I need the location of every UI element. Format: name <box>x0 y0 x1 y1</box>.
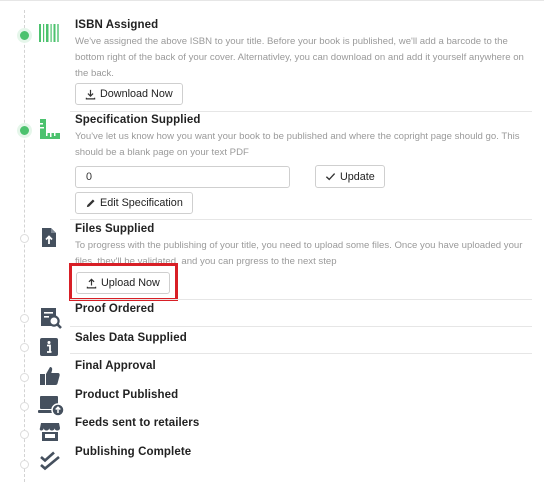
step-title: ISBN Assigned <box>75 19 159 31</box>
barcode-icon <box>38 22 66 50</box>
step-divider <box>70 353 532 354</box>
edit-specification-button[interactable]: Edit Specification <box>75 192 193 214</box>
step-status-dot <box>20 126 29 135</box>
button-label: Edit Specification <box>100 197 183 209</box>
step-status-dot <box>20 31 29 40</box>
button-label: Update <box>340 170 375 183</box>
step-status-dot <box>20 402 29 411</box>
step-product-published: Product Published <box>75 389 532 401</box>
step-divider <box>70 111 532 112</box>
step-description: We've assigned the above ISBN to your ti… <box>75 36 524 79</box>
store-icon <box>38 420 66 448</box>
check-icon <box>325 171 336 182</box>
step-title: Specification Supplied <box>75 114 201 126</box>
step-status-dot <box>20 343 29 352</box>
download-icon <box>85 89 96 100</box>
top-divider <box>0 0 544 1</box>
step-divider <box>70 299 532 300</box>
step-title: Product Published <box>75 389 179 401</box>
step-divider <box>70 219 532 220</box>
step-title: Proof Ordered <box>75 303 155 315</box>
step-divider <box>70 326 532 327</box>
step-title: Sales Data Supplied <box>75 332 187 344</box>
step-status-dot <box>20 373 29 382</box>
info-icon <box>38 336 66 364</box>
update-button[interactable]: Update <box>315 165 385 188</box>
step-status-dot <box>20 460 29 469</box>
step-description: You've let us know how you want your boo… <box>75 131 520 158</box>
proof-search-icon <box>38 305 66 333</box>
highlight-box <box>69 263 178 301</box>
step-status-dot <box>20 430 29 439</box>
step-status-dot <box>20 314 29 323</box>
step-feeds-sent: Feeds sent to retailers <box>75 417 532 429</box>
file-upload-icon <box>38 226 66 254</box>
ruler-icon <box>38 117 66 145</box>
step-sales-data-supplied: Sales Data Supplied <box>75 332 532 344</box>
step-proof-ordered: Proof Ordered <box>75 303 532 315</box>
thumbs-up-icon <box>38 364 66 392</box>
download-now-button[interactable]: Download Now <box>75 83 183 105</box>
step-publishing-complete: Publishing Complete <box>75 446 532 458</box>
step-isbn-assigned: ISBN Assigned We've assigned the above I… <box>75 19 532 82</box>
step-final-approval: Final Approval <box>75 360 532 372</box>
step-title: Feeds sent to retailers <box>75 417 200 429</box>
pencil-icon <box>85 198 96 209</box>
step-title: Final Approval <box>75 360 156 372</box>
specification-value-input[interactable] <box>75 166 290 188</box>
timeline-rail <box>24 10 25 482</box>
laptop-upload-icon <box>38 393 66 421</box>
step-specification-supplied: Specification Supplied You've let us kno… <box>75 114 532 161</box>
double-check-icon <box>38 450 66 478</box>
step-title: Files Supplied <box>75 223 155 235</box>
step-status-dot <box>20 234 29 243</box>
step-title: Publishing Complete <box>75 446 192 458</box>
button-label: Download Now <box>100 88 173 100</box>
